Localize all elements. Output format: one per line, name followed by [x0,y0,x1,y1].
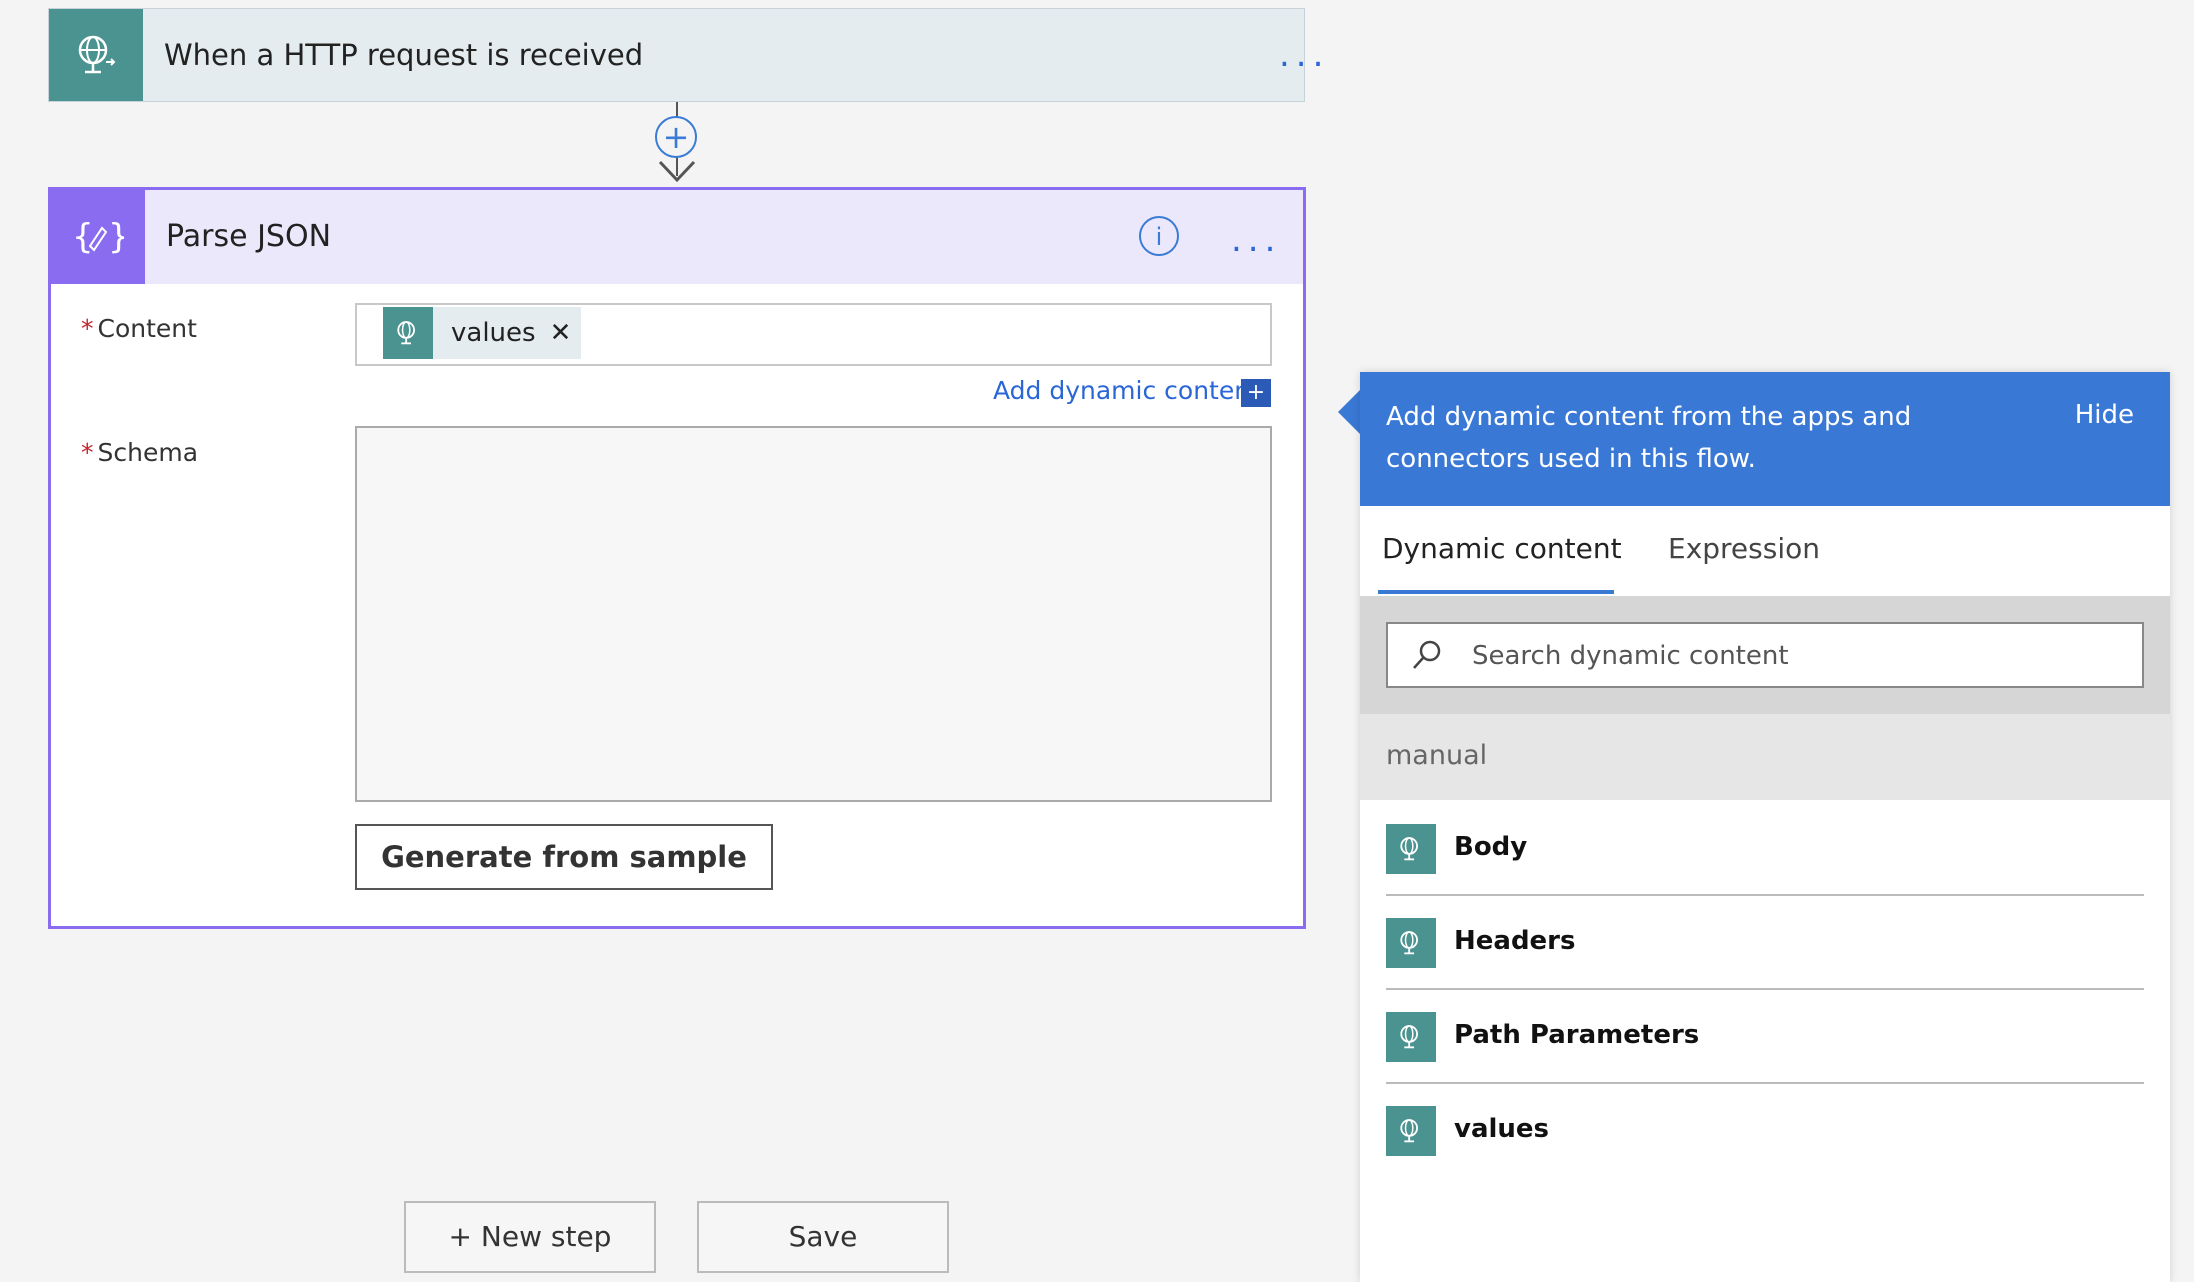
dynamic-item-values[interactable]: values [1386,1082,2144,1176]
token-label: values [451,318,536,348]
required-marker: * [81,438,94,467]
required-marker: * [81,314,94,343]
hide-button[interactable]: Hide [2075,400,2134,430]
parse-json-more-icon[interactable]: ... [1231,223,1281,257]
tab-expression[interactable]: Expression [1668,532,1820,565]
parse-json-icon: { } [51,190,145,284]
group-header-manual: manual [1360,714,2170,800]
content-input[interactable]: values ✕ [355,303,1272,366]
parse-json-card: { } Parse JSON i ... *Content values ✕ [48,187,1306,929]
new-step-button[interactable]: + New step [404,1201,656,1273]
active-tab-indicator [1378,590,1614,594]
http-request-icon [1386,1012,1436,1062]
content-label-text: Content [97,314,197,343]
dynamic-item-headers[interactable]: Headers [1386,894,2144,990]
generate-from-sample-button[interactable]: Generate from sample [355,824,773,890]
svg-text:}: } [108,217,124,257]
dynamic-item-label: Headers [1454,926,1576,956]
parse-json-title: Parse JSON [166,219,332,254]
arrow-down-icon [658,160,696,183]
dynamic-item-label: values [1454,1114,1550,1144]
group-label: manual [1386,740,1488,771]
http-request-icon [1386,824,1436,874]
dynamic-token-values[interactable]: values ✕ [383,307,582,359]
schema-label: * Schema [81,438,198,467]
schema-label-text: Schema [97,438,199,467]
insert-step-button[interactable]: + [655,116,697,158]
tab-dynamic-content[interactable]: Dynamic content [1382,532,1622,565]
save-button[interactable]: Save [697,1201,949,1273]
dynamic-item-label: Body [1454,832,1528,862]
dynamic-item-body[interactable]: Body [1386,800,2144,896]
search-icon [1413,640,1441,669]
http-request-icon [383,307,433,359]
trigger-card[interactable]: When a HTTP request is received ... [48,8,1323,102]
search-input[interactable]: Search dynamic content [1386,622,2144,688]
info-icon[interactable]: i [1139,216,1179,256]
content-label: * Content [81,314,197,343]
trigger-title: When a HTTP request is received [164,38,644,72]
add-dynamic-content-link[interactable]: Add dynamic content [993,376,1260,405]
http-request-icon [1386,1106,1436,1156]
search-placeholder: Search dynamic content [1472,641,1789,671]
trigger-more-icon[interactable]: ... [1279,38,1329,72]
dynamic-panel-message: Add dynamic content from the apps and co… [1386,402,1912,474]
search-area: Search dynamic content [1360,596,2170,714]
panel-pointer [1338,390,1360,434]
parse-json-header[interactable]: { } Parse JSON i ... [51,190,1303,284]
add-dynamic-content-icon[interactable]: + [1241,379,1271,407]
dynamic-panel-header: Add dynamic content from the apps and co… [1360,372,2170,506]
schema-editor[interactable] [355,426,1272,802]
http-request-icon [1386,918,1436,968]
dynamic-item-label: Path Parameters [1454,1020,1700,1050]
dynamic-item-path-parameters[interactable]: Path Parameters [1386,988,2144,1084]
http-request-icon [49,9,143,101]
close-icon[interactable]: ✕ [550,318,572,348]
svg-text:{: { [72,217,94,257]
dynamic-content-panel: Add dynamic content from the apps and co… [1360,372,2170,1282]
